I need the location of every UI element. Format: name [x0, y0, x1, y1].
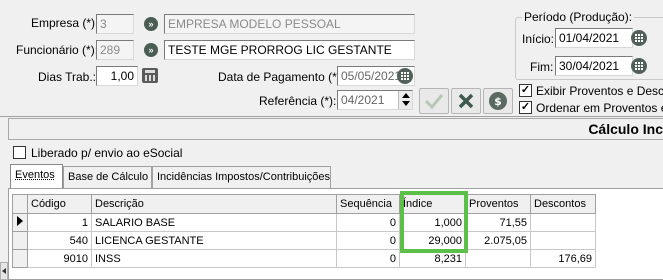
calculate-button[interactable]: $	[483, 88, 513, 114]
empresa-name-field: EMPRESA MODELO PESSOAL	[164, 14, 415, 34]
cell-descricao[interactable]: SALARIO BASE	[91, 213, 337, 232]
grid-indicator-header	[12, 194, 28, 214]
col-sequencia-header[interactable]: Sequência	[336, 194, 400, 214]
checkmark-icon	[424, 94, 444, 110]
empresa-code-field[interactable]: 3	[96, 14, 134, 34]
dias-trab-field[interactable]: 1,00	[96, 66, 138, 86]
scroll-left-arrow-icon	[2, 268, 6, 274]
table-row[interactable]: 1 SALARIO BASE 0 1,000 71,55	[12, 213, 596, 232]
fim-label: Fim:	[530, 60, 554, 74]
tab-base-calculo-label: Base de Cálculo	[68, 171, 149, 183]
inicio-calendar-icon[interactable]	[631, 30, 647, 46]
data-pagamento-calendar-icon[interactable]	[397, 68, 413, 84]
money-icon: $	[489, 92, 507, 110]
calculo-banner: Cálculo Inc	[8, 118, 663, 140]
periodo-title: Período (Produção):	[522, 10, 635, 24]
exibir-checkbox[interactable]: ✓	[519, 84, 532, 97]
tab-eventos[interactable]: Eventos	[10, 164, 63, 188]
header-separator	[0, 116, 663, 117]
row-indicator	[12, 231, 28, 250]
referencia-label: Referência (*):	[259, 94, 337, 108]
empresa-label: Empresa (*):	[31, 16, 99, 30]
tab-base-calculo[interactable]: Base de Cálculo	[63, 166, 152, 188]
col-codigo-header[interactable]: Código	[27, 194, 92, 214]
esocial-label: Liberado p/ envio ao eSocial	[31, 146, 183, 160]
inicio-field[interactable]: 01/04/2021	[555, 28, 633, 48]
cell-descontos[interactable]	[530, 231, 596, 250]
cell-descontos[interactable]	[530, 213, 596, 232]
grid-header-row: Código Descrição Sequência Índice Proven…	[12, 194, 596, 214]
tab-eventos-label: Eventos	[15, 169, 55, 181]
esocial-checkbox[interactable]	[13, 146, 26, 159]
cell-descontos[interactable]: 176,69	[530, 249, 596, 268]
cell-descricao[interactable]: INSS	[91, 249, 337, 268]
row-indicator	[12, 213, 28, 232]
spinner-down-icon[interactable]	[402, 101, 410, 106]
table-row[interactable]: 9010 INSS 0 8,231 176,69	[12, 249, 596, 268]
cell-sequencia[interactable]: 0	[336, 249, 400, 268]
table-row[interactable]: 540 LICENCA GESTANTE 0 29,000 2.075,05	[12, 231, 596, 250]
current-row-arrow-icon	[17, 216, 23, 226]
data-pagamento-label: Data de Pagamento (*):	[218, 70, 345, 84]
cell-sequencia[interactable]: 0	[336, 213, 400, 232]
funcionario-code-field[interactable]: 289	[96, 40, 134, 60]
inicio-label: Início:	[522, 32, 555, 46]
ordenar-checkbox[interactable]: ✓	[519, 101, 532, 114]
exibir-label: Exibir Proventos e Descon	[536, 84, 663, 98]
cell-sequencia[interactable]: 0	[336, 231, 400, 250]
tab-incidencias-label: Incidências Impostos/Contribuições	[157, 171, 331, 183]
confirm-button[interactable]	[419, 88, 449, 114]
cell-proventos[interactable]	[465, 249, 531, 268]
funcionario-lookup-icon[interactable]: »	[144, 43, 158, 57]
ordenar-label: Ordenar em Proventos e D	[536, 101, 663, 115]
cell-codigo[interactable]: 1	[27, 213, 92, 232]
col-descricao-header[interactable]: Descrição	[91, 194, 337, 214]
col-descontos-header[interactable]: Descontos	[530, 194, 596, 214]
spinner-up-icon[interactable]	[402, 93, 410, 98]
referencia-spinner[interactable]	[398, 91, 412, 109]
indice-highlight-box	[400, 191, 468, 253]
cell-descricao[interactable]: LICENCA GESTANTE	[91, 231, 337, 250]
dias-trab-label: Dias Trab.:	[38, 70, 97, 84]
empresa-lookup-icon[interactable]: »	[144, 17, 158, 31]
fim-field[interactable]: 30/04/2021	[555, 56, 633, 76]
tab-incidencias[interactable]: Incidências Impostos/Contribuições	[152, 166, 331, 188]
left-scroll-stub[interactable]	[0, 262, 8, 280]
cell-proventos[interactable]: 2.075,05	[465, 231, 531, 250]
col-proventos-header[interactable]: Proventos	[465, 194, 531, 214]
cancel-button[interactable]	[451, 88, 481, 114]
eventos-grid: Código Descrição Sequência Índice Proven…	[12, 194, 596, 268]
cell-codigo[interactable]: 540	[27, 231, 92, 250]
calculator-icon[interactable]	[142, 68, 158, 83]
cancel-x-icon	[458, 93, 474, 109]
row-indicator	[12, 249, 28, 268]
fim-calendar-icon[interactable]	[631, 58, 647, 74]
cell-proventos[interactable]: 71,55	[465, 213, 531, 232]
svg-text:$: $	[494, 95, 502, 108]
funcionario-name-field: TESTE MGE PRORROG LIC GESTANTE	[164, 40, 415, 60]
funcionario-label: Funcionário (*):	[16, 43, 99, 57]
calculo-banner-title: Cálculo Inc	[588, 121, 663, 137]
cell-codigo[interactable]: 9010	[27, 249, 92, 268]
